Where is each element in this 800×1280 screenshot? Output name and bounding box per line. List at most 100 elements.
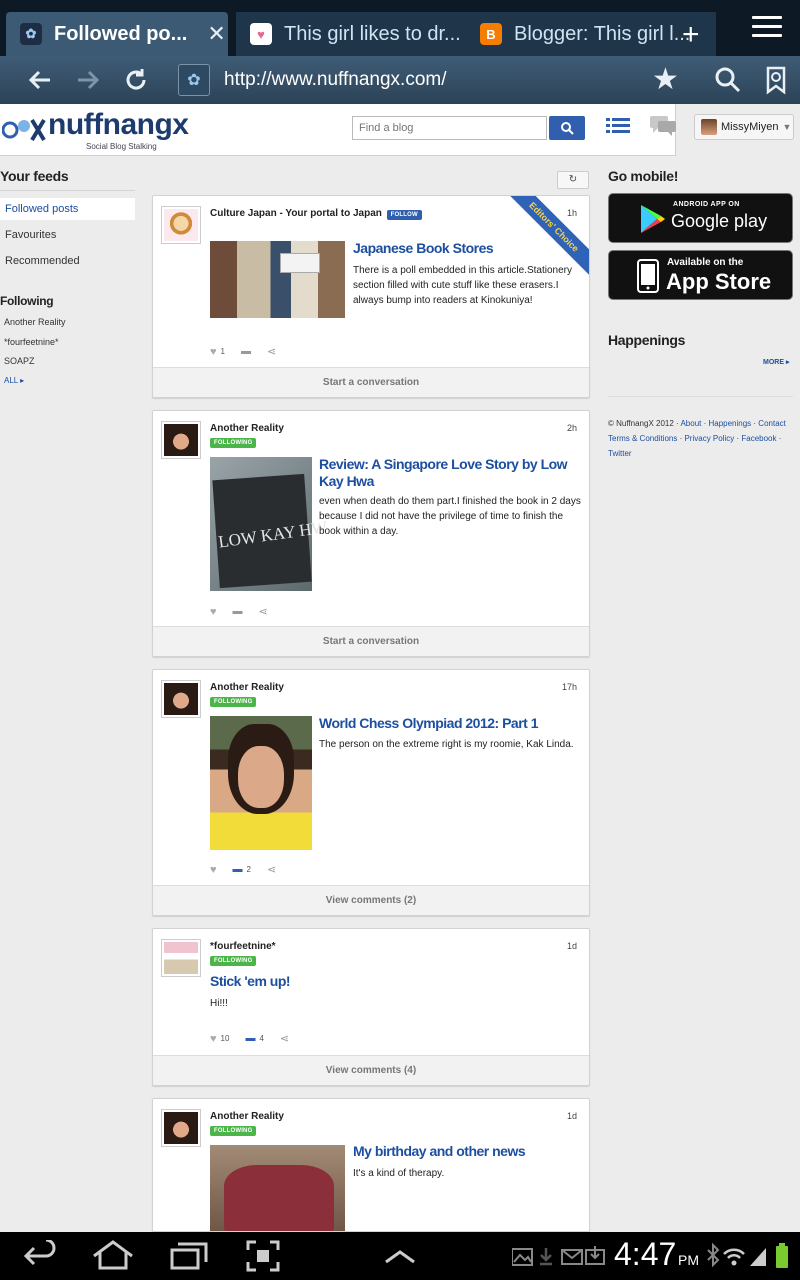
feed-recommended[interactable]: Recommended <box>0 250 135 272</box>
post-title[interactable]: Japanese Book Stores <box>353 240 578 257</box>
url-field[interactable]: ✿ http://www.nuffnangx.com/ <box>172 62 692 98</box>
comment-icon[interactable]: ▬ <box>245 1033 255 1044</box>
follow-badge[interactable]: FOLLOW <box>386 210 422 220</box>
tab-this-girl-likes[interactable]: ♥ This girl likes to dr... <box>236 12 466 56</box>
url-text[interactable]: http://www.nuffnangx.com/ <box>224 69 447 91</box>
post-author[interactable]: Another Reality FOLLOWING <box>210 1111 284 1136</box>
author-avatar[interactable] <box>161 1109 201 1147</box>
post-thumbnail[interactable] <box>210 1145 345 1231</box>
post-actions: ♥ 1 ▬ ⋖ <box>210 345 276 359</box>
post-author[interactable]: Another Reality FOLLOWING <box>210 423 284 448</box>
view-comments-link[interactable]: View comments (2) <box>153 885 589 915</box>
forward-arrow-icon[interactable] <box>72 64 104 96</box>
back-icon[interactable] <box>22 1240 58 1272</box>
author-name: Culture Japan - Your portal to Japan <box>210 208 382 219</box>
footer-link-happenings[interactable]: Happenings <box>708 419 751 428</box>
comment-icon[interactable]: ▬ <box>241 346 251 357</box>
messages-icon[interactable] <box>650 116 676 136</box>
list-view-icon[interactable] <box>606 117 630 135</box>
more-link[interactable]: MORE ▸ <box>763 358 789 366</box>
find-blog-input[interactable] <box>352 116 547 140</box>
browser-url-bar: ✿ http://www.nuffnangx.com/ ★ <box>0 56 800 104</box>
recent-apps-icon[interactable] <box>170 1240 208 1272</box>
following-item[interactable]: *fourfeetnine* <box>4 337 59 347</box>
post-thumbnail[interactable] <box>210 716 312 850</box>
heart-icon[interactable]: ♥ <box>210 864 217 876</box>
copyright: © NuffnangX 2012 · <box>608 419 679 428</box>
heart-icon[interactable]: ♥ <box>210 346 217 358</box>
footer-link-about[interactable]: About <box>680 419 701 428</box>
following-badge[interactable]: FOLLOWING <box>210 956 257 966</box>
avatar <box>701 119 717 135</box>
post-title[interactable]: World Chess Olympiad 2012: Part 1 <box>319 715 579 732</box>
post-time: 17h <box>561 682 577 692</box>
share-icon[interactable]: ⋖ <box>280 1032 289 1045</box>
post-time: 1h <box>566 208 577 218</box>
comment-icon[interactable]: ▬ <box>233 606 243 617</box>
post-author[interactable]: Another Reality FOLLOWING <box>210 682 284 707</box>
search-icon[interactable] <box>712 64 744 96</box>
app-store-badge[interactable]: Available on the App Store <box>608 250 793 300</box>
footer-link-facebook[interactable]: Facebook <box>741 434 776 443</box>
post-author[interactable]: Culture Japan - Your portal to Japan FOL… <box>210 208 422 220</box>
following-badge[interactable]: FOLLOWING <box>210 438 257 448</box>
google-play-badge[interactable]: ANDROID APP ON Google play <box>608 193 793 243</box>
heart-icon[interactable]: ♥ <box>210 1033 217 1045</box>
refresh-feed-button[interactable]: ↻ <box>557 171 589 189</box>
share-icon[interactable]: ⋖ <box>259 605 268 618</box>
browser-menu-icon[interactable] <box>752 16 782 40</box>
author-avatar[interactable] <box>161 421 201 459</box>
view-comments-link[interactable]: View comments (4) <box>153 1055 589 1085</box>
footer-link-terms[interactable]: Terms & Conditions <box>608 434 677 443</box>
post-title[interactable]: My birthday and other news <box>353 1143 578 1160</box>
happenings-heading: Happenings <box>608 332 686 348</box>
back-arrow-icon[interactable] <box>24 64 56 96</box>
post-title[interactable]: Review: A Singapore Love Story by Low Ka… <box>319 456 579 490</box>
start-conversation-link[interactable]: Start a conversation <box>153 626 589 656</box>
feed-followed-posts[interactable]: Followed posts <box>0 198 135 220</box>
tab-title: This girl likes to dr... <box>284 22 461 45</box>
footer-link-privacy[interactable]: Privacy Policy <box>684 434 734 443</box>
screenshot-icon[interactable] <box>246 1240 280 1272</box>
chevron-right-icon: ▸ <box>20 376 25 385</box>
chevron-up-icon[interactable] <box>384 1240 416 1272</box>
site-header: nuffnangx Social Blog Stalking <box>0 104 676 156</box>
browser-tab-bar: ✿ Followed po... ✕ ♥ This girl likes to … <box>0 0 800 56</box>
tab-blogger[interactable]: B Blogger: This girl l... <box>466 12 716 56</box>
following-item[interactable]: Another Reality <box>4 317 66 327</box>
following-item[interactable]: SOAPZ <box>4 356 35 366</box>
comment-icon[interactable]: ▬ <box>233 864 243 875</box>
all-following-link[interactable]: ALL ▸ <box>4 376 24 385</box>
post-excerpt: It's a kind of therapy. <box>353 1168 445 1179</box>
start-conversation-link[interactable]: Start a conversation <box>153 367 589 397</box>
user-menu-button[interactable]: MissyMiyen ▼ <box>694 114 794 140</box>
post-excerpt: There is a poll embedded in this article… <box>353 265 573 306</box>
share-icon[interactable]: ⋖ <box>267 345 276 358</box>
post-time: 2h <box>566 423 577 433</box>
post-thumbnail[interactable]: LOW KAY HW <box>210 457 329 591</box>
author-avatar[interactable] <box>161 206 201 244</box>
close-tab-icon[interactable]: ✕ <box>207 21 225 47</box>
bookmark-star-icon[interactable]: ★ <box>652 62 679 97</box>
author-avatar[interactable] <box>161 939 201 977</box>
refresh-icon[interactable] <box>120 64 152 96</box>
go-mobile-heading: Go mobile! <box>608 168 679 184</box>
user-name: MissyMiyen <box>721 121 779 133</box>
following-badge[interactable]: FOLLOWING <box>210 697 257 707</box>
bookmarks-icon[interactable] <box>760 64 792 96</box>
home-icon[interactable] <box>92 1240 134 1272</box>
feed-favourites[interactable]: Favourites <box>0 224 135 246</box>
post-author[interactable]: *fourfeetnine* FOLLOWING <box>210 941 276 966</box>
share-icon[interactable]: ⋖ <box>267 863 276 876</box>
heart-icon[interactable]: ♥ <box>210 606 217 618</box>
footer-link-contact[interactable]: Contact <box>758 419 786 428</box>
footer-link-twitter[interactable]: Twitter <box>608 449 632 458</box>
blog-favicon-icon: ♥ <box>250 23 272 45</box>
tab-followed-posts[interactable]: ✿ Followed po... ✕ <box>6 12 228 56</box>
search-button[interactable] <box>549 116 585 140</box>
post-thumbnail[interactable] <box>210 241 345 318</box>
author-avatar[interactable] <box>161 680 201 718</box>
post-title[interactable]: Stick 'em up! <box>210 973 510 990</box>
new-tab-button[interactable]: + <box>682 18 700 52</box>
following-badge[interactable]: FOLLOWING <box>210 1126 257 1136</box>
